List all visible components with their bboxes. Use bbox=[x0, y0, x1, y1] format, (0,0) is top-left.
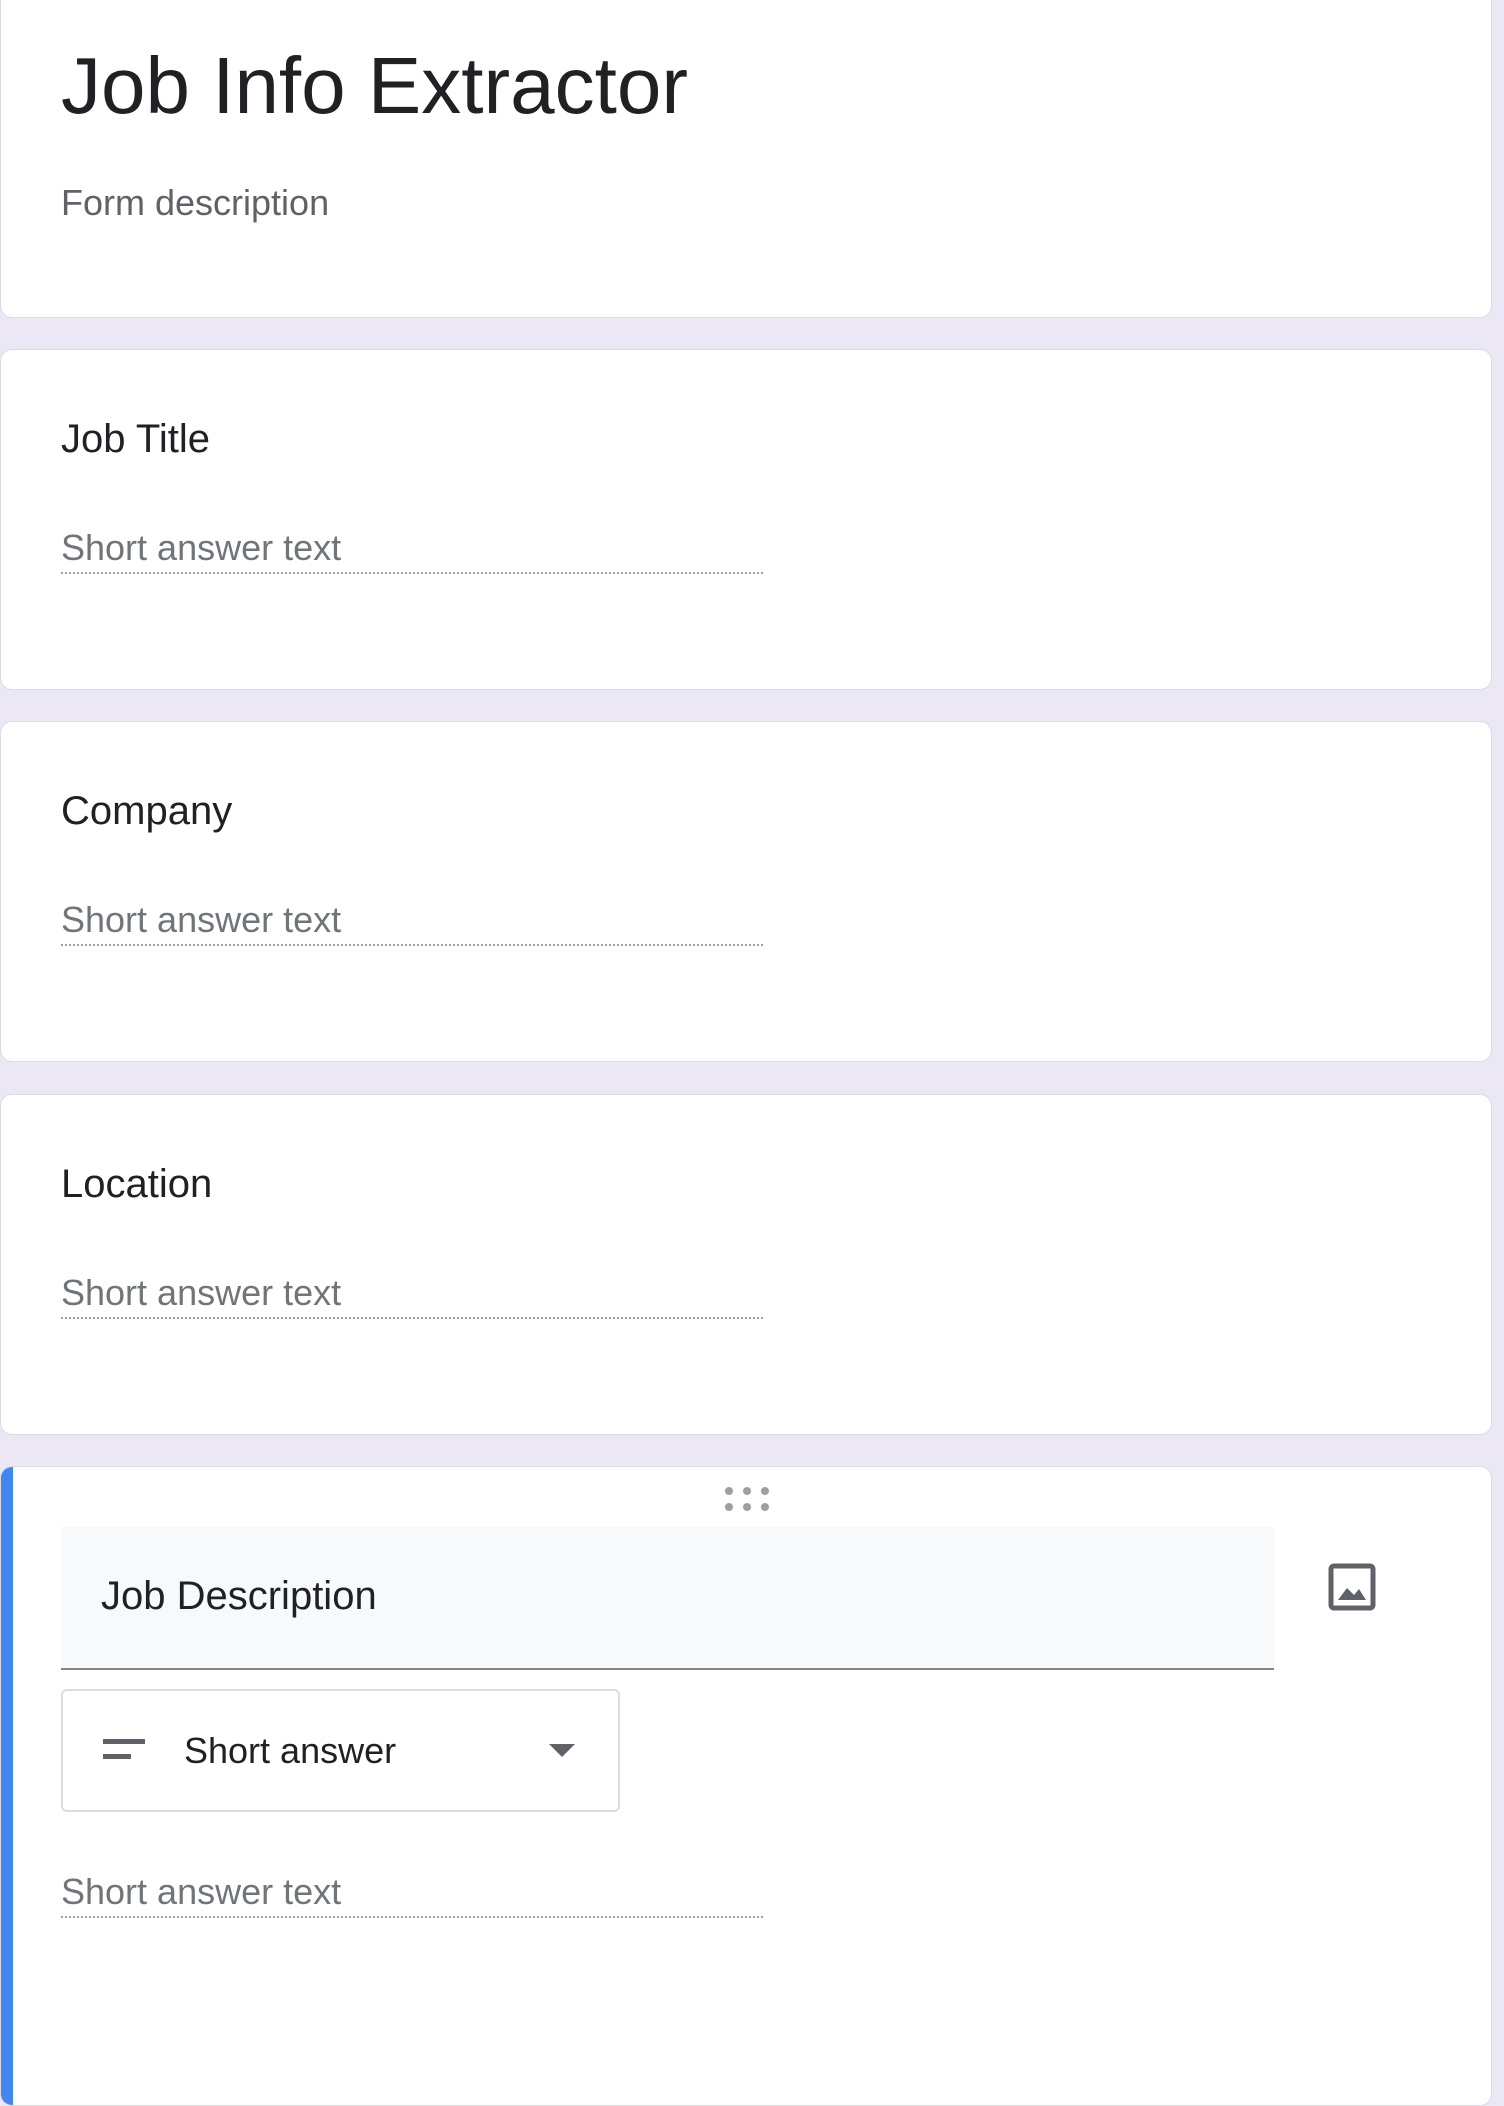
add-image-button[interactable] bbox=[1321, 1556, 1383, 1618]
question-type-label: Short answer bbox=[184, 1730, 397, 1771]
short-answer-field: Short answer text bbox=[61, 898, 763, 946]
answer-placeholder: Short answer text bbox=[61, 527, 342, 568]
image-icon bbox=[1328, 1563, 1376, 1611]
answer-placeholder: Short answer text bbox=[61, 899, 342, 940]
question-title: Company bbox=[61, 789, 233, 833]
short-text-icon bbox=[103, 1739, 145, 1759]
form-header-card: Job Info Extractor Form description bbox=[0, 0, 1492, 318]
answer-placeholder: Short answer text bbox=[61, 1871, 342, 1912]
question-title: Location bbox=[61, 1162, 213, 1206]
form-description-input[interactable]: Form description bbox=[61, 180, 329, 226]
question-type-dropdown[interactable]: Short answer bbox=[61, 1689, 620, 1812]
question-title-value: Job Description bbox=[101, 1574, 377, 1618]
answer-placeholder: Short answer text bbox=[61, 1272, 342, 1313]
short-answer-field: Short answer text bbox=[61, 1870, 763, 1918]
short-answer-field: Short answer text bbox=[61, 526, 763, 574]
question-card[interactable]: Job Title Short answer text bbox=[0, 349, 1492, 690]
short-answer-field: Short answer text bbox=[61, 1271, 763, 1319]
drag-handle-icon[interactable] bbox=[724, 1486, 770, 1512]
active-indicator-bar bbox=[1, 1467, 13, 2105]
question-title: Job Title bbox=[61, 417, 210, 461]
form-title[interactable]: Job Info Extractor bbox=[61, 31, 688, 141]
question-title-input[interactable]: Job Description bbox=[61, 1527, 1274, 1670]
question-card[interactable]: Company Short answer text bbox=[0, 721, 1492, 1062]
chevron-down-icon bbox=[549, 1744, 575, 1757]
active-question-card[interactable]: Job Description Short answer Short answe… bbox=[0, 1466, 1492, 2106]
question-card[interactable]: Location Short answer text bbox=[0, 1094, 1492, 1435]
